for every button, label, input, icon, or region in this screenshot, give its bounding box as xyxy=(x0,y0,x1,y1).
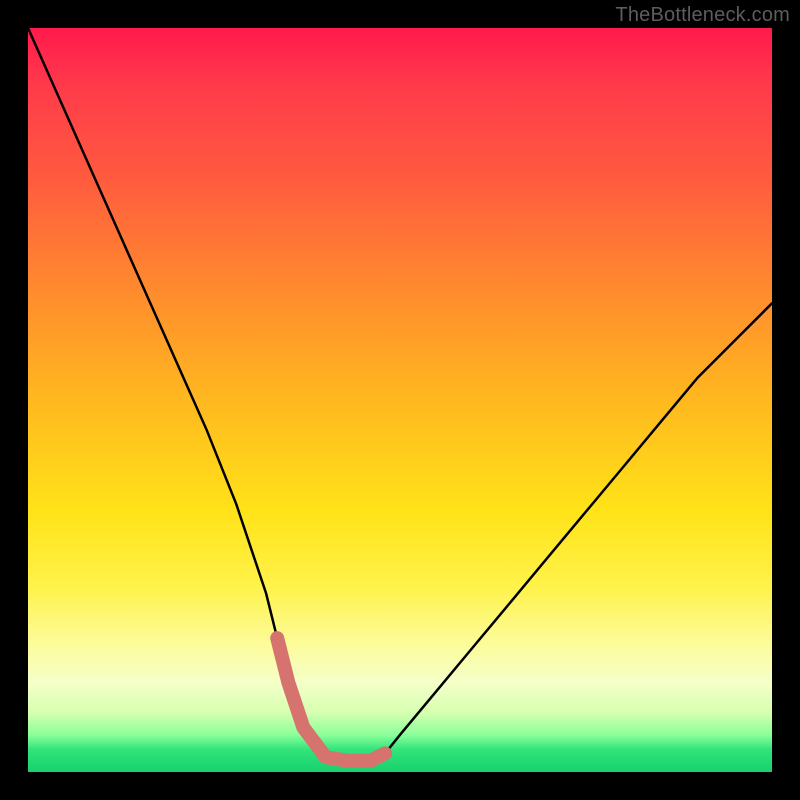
valley-marker xyxy=(342,755,354,767)
chart-frame: TheBottleneck.com xyxy=(0,0,800,800)
valley-marker xyxy=(379,747,391,759)
plot-area xyxy=(28,28,772,772)
curve-layer xyxy=(28,28,772,772)
flat-bottom-overlay xyxy=(277,638,385,761)
bottleneck-curve xyxy=(28,28,772,761)
watermark-text: TheBottleneck.com xyxy=(615,4,790,27)
valley-marker xyxy=(320,751,332,763)
valley-marker xyxy=(364,755,376,767)
valley-marker xyxy=(297,721,309,733)
valley-marker xyxy=(271,632,283,644)
valley-marker xyxy=(282,677,294,689)
